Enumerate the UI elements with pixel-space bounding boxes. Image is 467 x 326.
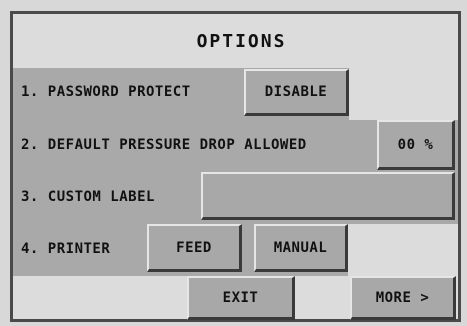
exit-button[interactable]: EXIT	[187, 276, 295, 320]
options-screen: OPTIONS 1. PASSWORD PROTECT DISABLE 2. D…	[10, 11, 461, 322]
pressure-drop-label: 2. DEFAULT PRESSURE DROP ALLOWED	[21, 137, 307, 153]
row1-background	[349, 68, 458, 120]
printer-label: 4. PRINTER	[21, 241, 111, 257]
password-protect-label: 1. PASSWORD PROTECT	[21, 84, 191, 100]
pressure-drop-value-button[interactable]: 00 %	[377, 120, 455, 170]
title-bar: OPTIONS	[13, 14, 458, 68]
custom-label-field[interactable]	[201, 172, 455, 220]
more-button[interactable]: MORE >	[350, 276, 456, 320]
manual-button[interactable]: MANUAL	[254, 224, 348, 272]
page-title: OPTIONS	[196, 30, 287, 52]
feed-button[interactable]: FEED	[147, 224, 242, 272]
row4-background	[348, 224, 458, 276]
custom-label-label: 3. CUSTOM LABEL	[21, 189, 155, 205]
disable-button[interactable]: DISABLE	[244, 69, 349, 116]
